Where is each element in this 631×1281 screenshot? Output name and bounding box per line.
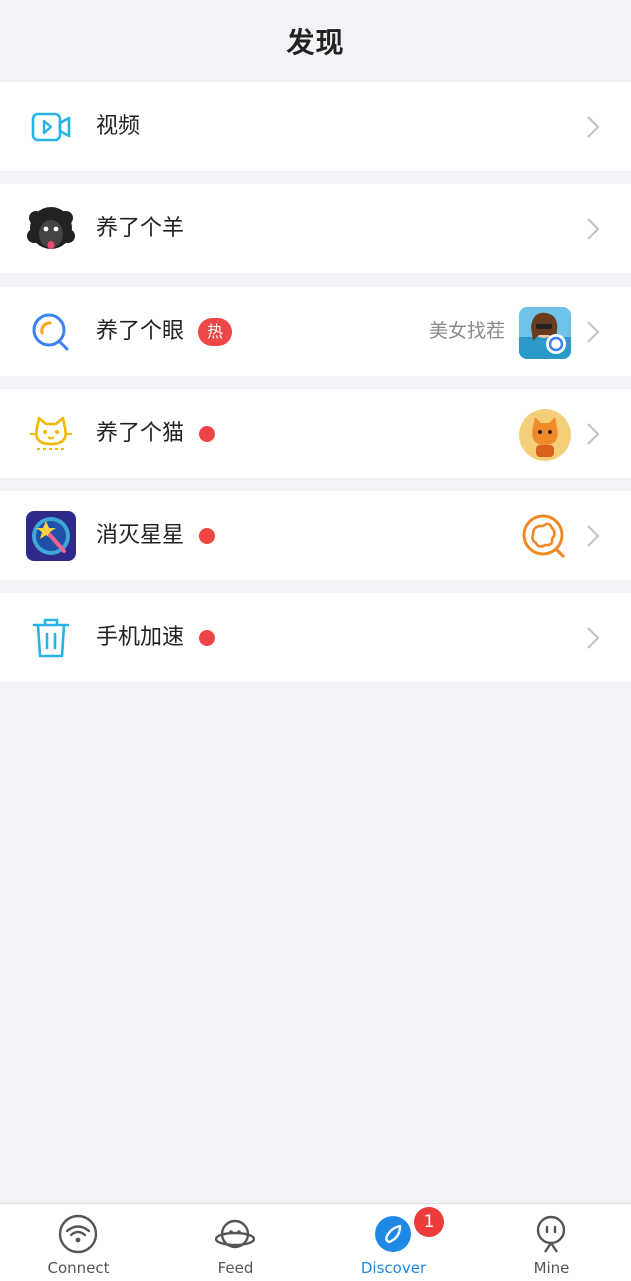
sheep-icon [26,204,76,254]
page-header: 发现 [0,0,631,82]
list-item-label: 视频 [96,114,141,139]
list-item-label: 手机加速 [96,625,185,650]
tab-discover[interactable]: Discover [315,1204,472,1281]
list-item-label: 养了个猫 [96,421,185,446]
chevron-right-icon [587,423,600,445]
new-dot [199,630,215,646]
compass-icon [375,1216,411,1252]
list-item-popstar-game[interactable]: 消灭星星 [0,491,631,580]
bottom-tab-bar: Connect Feed Discover Mine [0,1203,631,1281]
new-dot [199,426,215,442]
chevron-right-icon [587,627,600,649]
tab-label: Mine [533,1259,570,1277]
list-item-subtitle: 美女找茬 [428,320,505,342]
wifi-icon [58,1214,98,1254]
tab-label: Feed [217,1259,254,1277]
chevron-right-icon [587,525,600,547]
video-camera-icon [26,102,76,152]
puzzle-game-icon [519,511,571,563]
list-item-label: 养了个羊 [96,216,185,241]
notification-badge: 1 [414,1207,444,1237]
user-icon [536,1215,566,1253]
chevron-right-icon [587,116,600,138]
planet-icon [215,1219,255,1249]
new-dot [199,528,215,544]
photo-thumbnail [519,307,571,359]
tab-label: Discover [360,1259,427,1277]
list-item-label: 养了个眼 [96,319,185,344]
cat-avatar [519,409,571,461]
list-item-phone-boost[interactable]: 手机加速 [0,593,631,682]
chevron-right-icon [587,321,600,343]
tab-label: Connect [47,1259,110,1277]
list-item-sheep-game[interactable]: 养了个羊 [0,184,631,273]
list-item-label: 消灭星星 [96,523,185,548]
magnifier-icon [26,307,76,357]
tab-feed[interactable]: Feed [157,1204,314,1281]
chevron-right-icon [587,218,600,240]
star-wand-icon [26,511,76,561]
tab-connect[interactable]: Connect [0,1204,157,1281]
page-title: 发现 [286,26,345,59]
list-item-cat-game[interactable]: 养了个猫 [0,389,631,478]
cat-icon [26,409,76,459]
tab-mine[interactable]: Mine [473,1204,630,1281]
hot-badge: 热 [198,318,232,346]
list-item-video[interactable]: 视频 [0,82,631,171]
list-item-eye-game[interactable]: 养了个眼 热 美女找茬 [0,287,631,376]
trash-icon [26,613,76,663]
